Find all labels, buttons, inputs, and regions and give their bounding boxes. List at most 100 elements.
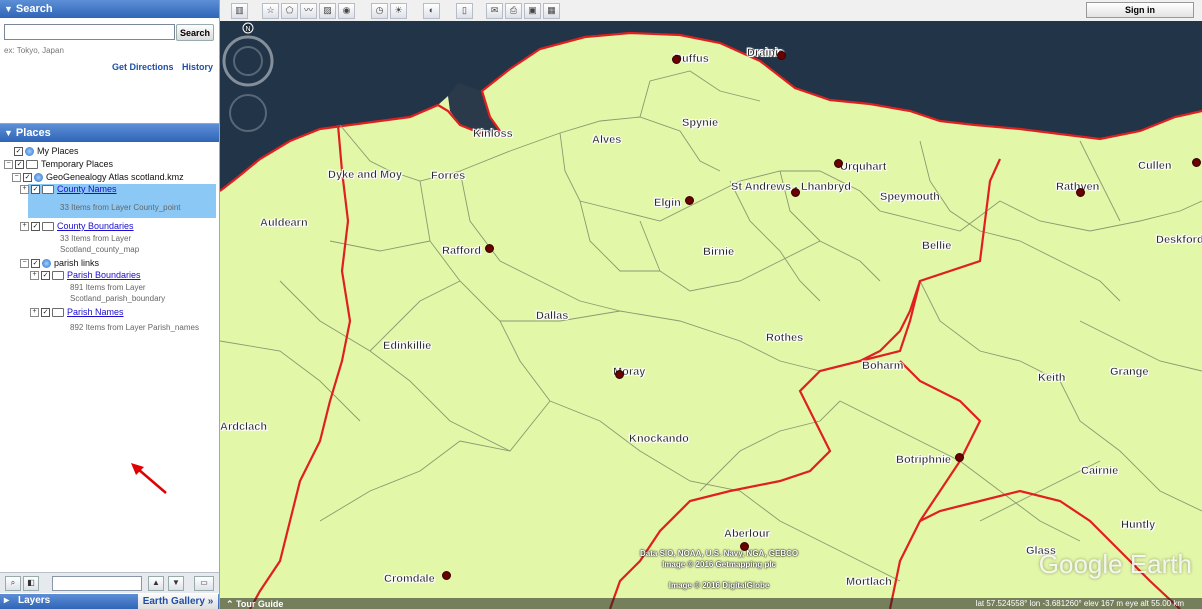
panel-toggle-icon[interactable]: ◧ bbox=[23, 576, 39, 591]
places-filter-input[interactable] bbox=[52, 576, 142, 591]
parish-label-bellie[interactable]: Bellie bbox=[922, 240, 952, 252]
view-in-maps-icon[interactable]: ▦ bbox=[543, 3, 560, 19]
parish-label-boharm[interactable]: Boharm bbox=[862, 360, 904, 372]
path-icon[interactable]: 〰 bbox=[300, 3, 317, 19]
parish-label-rothes[interactable]: Rothes bbox=[766, 332, 804, 344]
parish-label-auldearn[interactable]: Auldearn bbox=[260, 217, 308, 229]
search-input[interactable] bbox=[4, 24, 175, 40]
expand-icon[interactable]: + bbox=[30, 308, 39, 318]
parish-label-forres[interactable]: Forres bbox=[431, 170, 466, 182]
parish-label-botriphnie[interactable]: Botriphnie bbox=[896, 454, 951, 466]
parish-label-elgin[interactable]: Elgin bbox=[654, 197, 681, 209]
parish-label-edinkillie[interactable]: Edinkillie bbox=[383, 340, 432, 352]
tree-item-parish-names[interactable]: + ✓ Parish Names bbox=[30, 307, 124, 318]
tree-item-parish-links[interactable]: − ✓ parish links bbox=[20, 258, 99, 269]
email-icon[interactable]: ✉ bbox=[486, 3, 503, 19]
layers-panel-header[interactable]: ▸ Layers Earth Gallery » bbox=[0, 594, 219, 609]
parish-label-kinloss[interactable]: Kinloss bbox=[473, 128, 513, 140]
parish-label-birnie[interactable]: Birnie bbox=[703, 246, 735, 258]
place-marker[interactable] bbox=[955, 453, 964, 462]
tree-item-county-names[interactable]: + ✓ County Names bbox=[20, 184, 117, 195]
collapse-triangle-icon[interactable]: ▼ bbox=[4, 128, 13, 138]
parish-label-dyke-and-moy[interactable]: Dyke and Moy bbox=[328, 169, 402, 181]
checkbox[interactable]: ✓ bbox=[41, 271, 50, 281]
tree-item-my-places[interactable]: ✓ My Places bbox=[14, 146, 79, 157]
parish-boundaries-link[interactable]: Parish Boundaries bbox=[67, 270, 141, 280]
collapse-icon[interactable]: − bbox=[20, 259, 29, 269]
sunlight-icon[interactable]: ☀ bbox=[390, 3, 407, 19]
move-up-icon[interactable]: ▲ bbox=[148, 576, 164, 591]
place-marker[interactable] bbox=[777, 51, 786, 60]
move-down-icon[interactable]: ▼ bbox=[168, 576, 184, 591]
map-view[interactable]: Duffus Drainie Kinloss Alves Spynie Dyke… bbox=[220, 21, 1202, 609]
checkbox[interactable]: ✓ bbox=[41, 308, 50, 318]
county-boundaries-link[interactable]: County Boundaries bbox=[57, 221, 134, 231]
checkbox[interactable]: ✓ bbox=[23, 173, 32, 183]
placemark-icon[interactable]: ☆ bbox=[262, 3, 279, 19]
parish-label-knockando[interactable]: Knockando bbox=[629, 433, 689, 445]
look-ring[interactable] bbox=[222, 35, 274, 87]
parish-label-keith[interactable]: Keith bbox=[1038, 372, 1066, 384]
parish-label-ardclach[interactable]: Ardclach bbox=[220, 421, 267, 433]
ruler-icon[interactable]: ▯ bbox=[456, 3, 473, 19]
checkbox[interactable]: ✓ bbox=[14, 147, 23, 157]
collapse-triangle-icon[interactable]: ▼ bbox=[4, 4, 13, 14]
checkbox[interactable]: ✓ bbox=[31, 185, 40, 195]
expand-icon[interactable]: + bbox=[20, 222, 29, 232]
planets-icon[interactable]: ◐ bbox=[423, 3, 440, 19]
parish-label-speymouth[interactable]: Speymouth bbox=[880, 191, 940, 203]
parish-label-cromdale[interactable]: Cromdale bbox=[384, 573, 435, 585]
parish-label-grange[interactable]: Grange bbox=[1110, 366, 1149, 378]
place-marker[interactable] bbox=[1192, 158, 1201, 167]
place-marker[interactable] bbox=[791, 188, 800, 197]
save-image-icon[interactable]: ▣ bbox=[524, 3, 541, 19]
parish-names-link[interactable]: Parish Names bbox=[67, 307, 124, 317]
search-panel-header[interactable]: ▼ Search bbox=[0, 0, 219, 18]
place-marker[interactable] bbox=[672, 55, 681, 64]
tree-item-county-boundaries[interactable]: + ✓ County Boundaries bbox=[20, 221, 134, 232]
image-overlay-icon[interactable]: ▨ bbox=[319, 3, 336, 19]
folder-menu-icon[interactable]: ▭ bbox=[194, 576, 214, 591]
place-marker[interactable] bbox=[685, 196, 694, 205]
place-marker[interactable] bbox=[442, 571, 451, 580]
move-ring[interactable] bbox=[229, 94, 267, 132]
history-link[interactable]: History bbox=[182, 62, 213, 72]
search-button[interactable]: Search bbox=[176, 24, 214, 41]
checkbox[interactable]: ✓ bbox=[31, 259, 40, 269]
parish-label-mortlach[interactable]: Mortlach bbox=[846, 576, 892, 588]
expand-icon[interactable]: + bbox=[30, 271, 39, 281]
sidebar-toggle-icon[interactable]: ▥ bbox=[231, 3, 248, 19]
earth-gallery-button[interactable]: Earth Gallery » bbox=[138, 594, 218, 609]
navigation-controls[interactable]: N bbox=[220, 21, 276, 141]
parish-label-urquhart[interactable]: Urquhart bbox=[840, 161, 887, 173]
sign-in-button[interactable]: Sign in bbox=[1086, 2, 1194, 18]
get-directions-link[interactable]: Get Directions bbox=[112, 62, 174, 72]
place-marker[interactable] bbox=[834, 159, 843, 168]
county-names-link[interactable]: County Names bbox=[57, 184, 117, 194]
record-tour-icon[interactable]: ◉ bbox=[338, 3, 355, 19]
historical-imagery-icon[interactable]: ◷ bbox=[371, 3, 388, 19]
parish-label-spynie[interactable]: Spynie bbox=[682, 117, 718, 129]
tree-item-kmz[interactable]: − ✓ GeoGenealogy Atlas scotland.kmz bbox=[12, 172, 184, 183]
place-marker[interactable] bbox=[1076, 188, 1085, 197]
parish-label-alves[interactable]: Alves bbox=[592, 134, 622, 146]
look-ring-inner[interactable] bbox=[233, 46, 263, 76]
tour-guide-button[interactable]: ⌃ Tour Guide bbox=[226, 599, 283, 609]
parish-label-aberlour[interactable]: Aberlour bbox=[724, 528, 770, 540]
parish-label-rafford[interactable]: Rafford bbox=[442, 245, 482, 257]
parish-label-deskford[interactable]: Deskford bbox=[1156, 234, 1202, 246]
map-canvas[interactable] bbox=[220, 21, 1202, 609]
polygon-icon[interactable]: ⬠ bbox=[281, 3, 298, 19]
place-marker[interactable] bbox=[485, 244, 494, 253]
parish-label-cullen[interactable]: Cullen bbox=[1138, 160, 1172, 172]
expand-icon[interactable]: + bbox=[20, 185, 29, 195]
parish-label-huntly[interactable]: Huntly bbox=[1121, 519, 1156, 531]
checkbox[interactable]: ✓ bbox=[31, 222, 40, 232]
parish-label-dallas[interactable]: Dallas bbox=[536, 310, 569, 322]
collapse-icon[interactable]: − bbox=[12, 173, 21, 183]
tree-item-temporary-places[interactable]: − ✓ Temporary Places bbox=[4, 159, 113, 170]
checkbox[interactable]: ✓ bbox=[15, 160, 24, 170]
search-places-icon[interactable]: ⌕ bbox=[5, 576, 21, 591]
places-panel-header[interactable]: ▼ Places bbox=[0, 124, 219, 142]
print-icon[interactable]: ⎙ bbox=[505, 3, 522, 19]
